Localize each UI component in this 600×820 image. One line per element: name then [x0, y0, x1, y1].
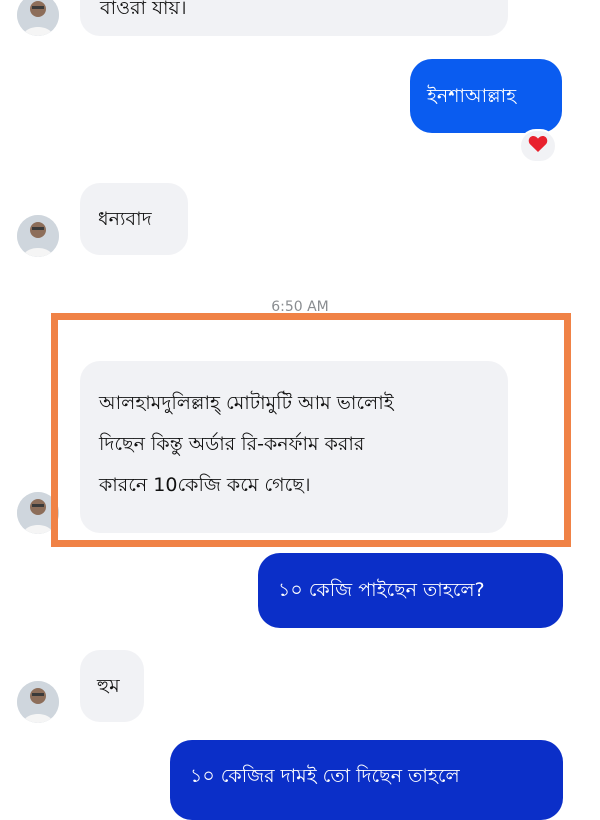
message-text: ধন্যবাদ	[98, 208, 152, 230]
message-bubble-outgoing[interactable]: ইনশাআল্লাহ	[410, 59, 562, 133]
message-text: ১০ কেজির দামই তো দিছেন তাহলে	[190, 765, 460, 787]
message-text: ১০ কেজি পাইছেন তাহলে?	[278, 579, 485, 601]
message-bubble-incoming[interactable]: বাওরা যায়।	[80, 0, 508, 36]
message-bubble-incoming[interactable]: হুম	[80, 650, 144, 722]
timestamp: 6:50 AM	[271, 299, 329, 312]
contact-avatar[interactable]	[17, 681, 59, 723]
message-bubble-outgoing[interactable]: ১০ কেজির দামই তো দিছেন তাহলে	[170, 740, 563, 820]
message-bubble-incoming[interactable]: ধন্যবাদ	[80, 183, 188, 255]
message-reaction[interactable]	[519, 129, 557, 163]
message-bubble-outgoing[interactable]: ১০ কেজি পাইছেন তাহলে?	[258, 553, 563, 628]
heart-icon	[528, 135, 548, 157]
contact-avatar[interactable]	[17, 215, 59, 257]
message-text: ইনশাআল্লাহ	[427, 85, 517, 107]
contact-avatar[interactable]	[17, 0, 59, 36]
message-text: বাওরা যায়।	[100, 0, 187, 19]
message-text: হুম	[97, 675, 120, 697]
highlight-box	[51, 313, 571, 547]
